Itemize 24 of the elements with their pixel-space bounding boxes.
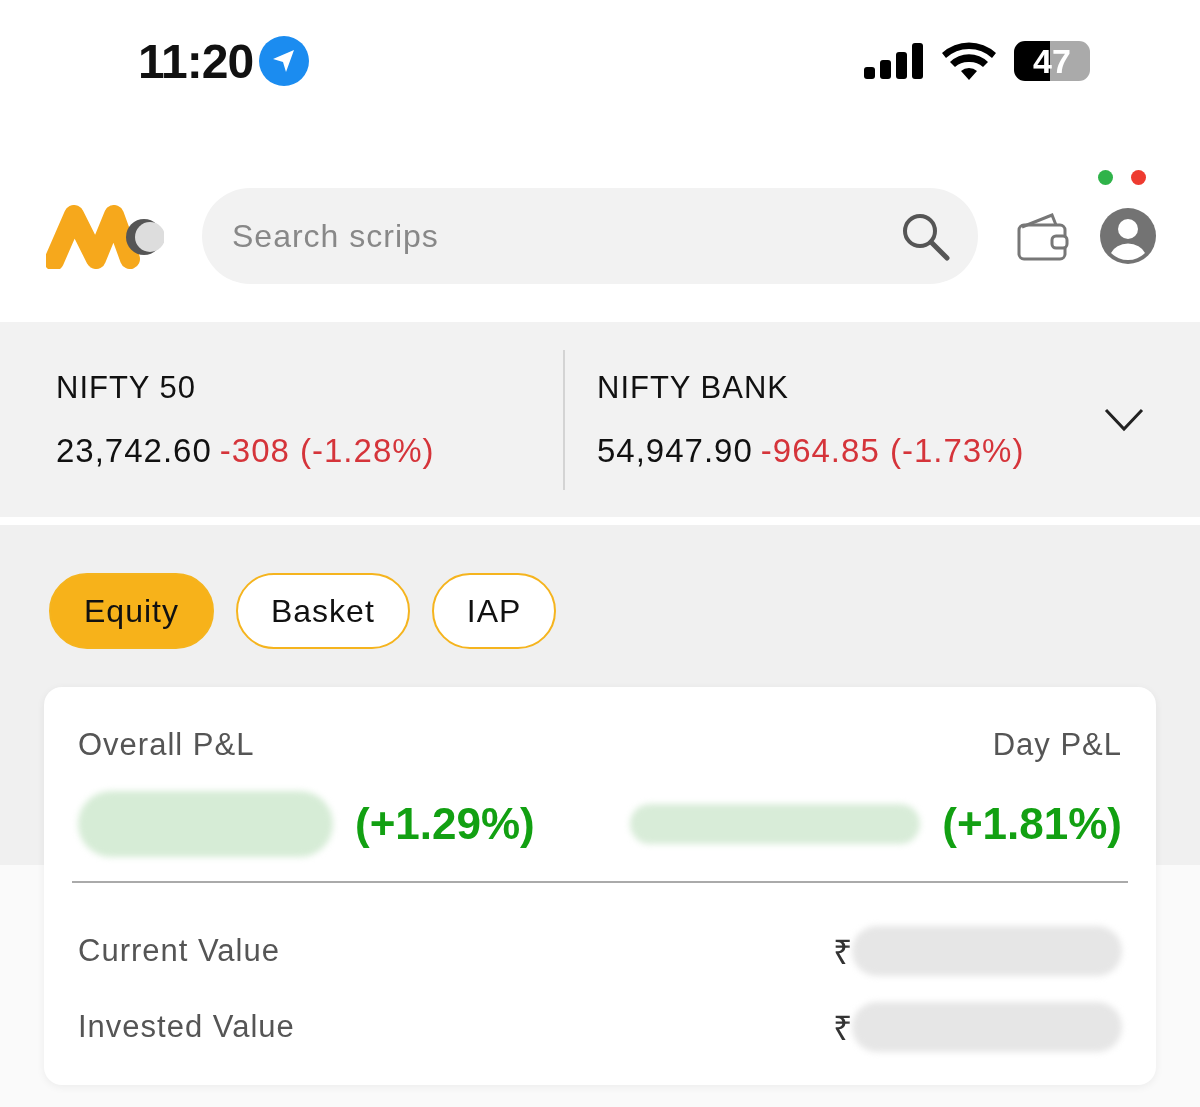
- value-label: Invested Value: [78, 1009, 295, 1045]
- currency-value: ₹: [833, 932, 852, 973]
- segment-tab[interactable]: IAP: [431, 573, 557, 649]
- wifi-icon: [942, 42, 996, 80]
- segment-tab[interactable]: Basket: [235, 573, 410, 649]
- signal-icon: [864, 43, 924, 79]
- index-change: -964.85 (-1.73%): [760, 431, 1025, 470]
- chevron-down-icon[interactable]: [1104, 407, 1144, 432]
- currency-value: ₹: [833, 1008, 852, 1049]
- index-change: -308 (-1.28%): [219, 431, 435, 470]
- index-name: NIFTY BANK: [597, 369, 791, 406]
- day-pnl-label: Day P&L: [992, 727, 1122, 763]
- search-field[interactable]: Search scrips: [202, 188, 978, 284]
- day-pnl-change: (+1.81%): [942, 799, 1122, 849]
- profile-icon[interactable]: [1100, 208, 1156, 264]
- index-value: 23,742.60: [56, 431, 212, 470]
- index-name: NIFTY 50: [56, 369, 198, 406]
- clock-time: 11:20: [138, 33, 254, 89]
- index-value: 54,947.90: [597, 431, 753, 470]
- search-icon[interactable]: [900, 211, 950, 261]
- value-label: Current Value: [78, 933, 280, 969]
- segment-tab[interactable]: Equity: [49, 573, 214, 649]
- overall-pnl-label: Overall P&L: [78, 727, 255, 763]
- overall-pnl-change: (+1.29%): [355, 799, 535, 849]
